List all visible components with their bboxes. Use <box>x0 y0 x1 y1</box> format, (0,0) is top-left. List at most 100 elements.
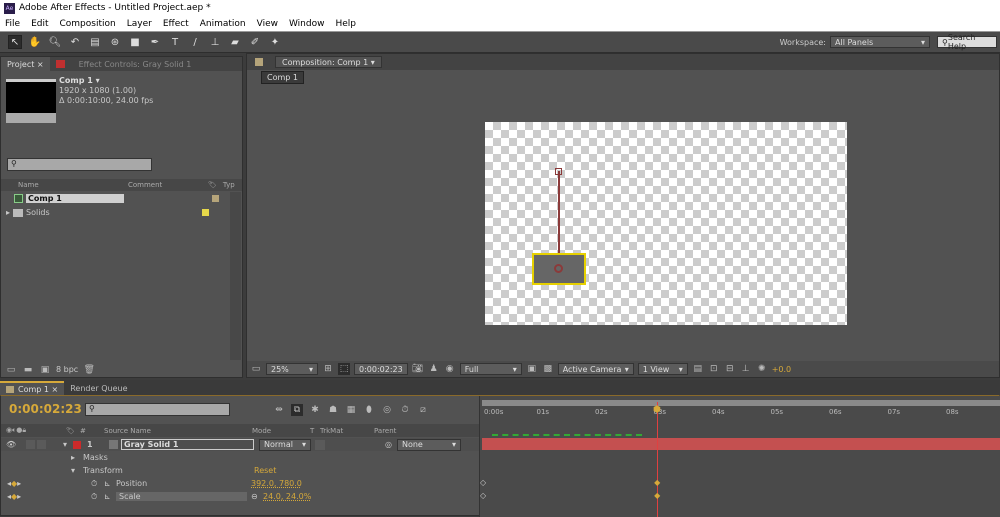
column-source-name[interactable]: Source Name <box>104 427 252 435</box>
menu-animation[interactable]: Animation <box>200 19 246 29</box>
zoom-dropdown[interactable]: 25% ▾ <box>266 363 318 375</box>
zoom-tool-icon[interactable]: 🔍︎ <box>48 35 62 49</box>
fast-previews-icon[interactable]: ⊡ <box>708 363 720 375</box>
layer-name[interactable]: Gray Solid 1 <box>121 439 254 450</box>
resolution-dropdown[interactable]: Full ▾ <box>459 363 522 375</box>
brush-tool-icon[interactable]: / <box>188 35 202 49</box>
eye-icon[interactable]: 👁︎ <box>6 440 26 449</box>
column-type[interactable]: Typ <box>223 181 235 189</box>
constrain-proportions-icon[interactable]: ⊖ <box>251 492 263 501</box>
draft-3d-icon[interactable]: ✱ <box>309 404 321 416</box>
new-comp-icon[interactable]: ▣ <box>39 364 51 376</box>
preserve-transparency-switch[interactable] <box>315 439 325 450</box>
timeline-icon[interactable]: ⊟ <box>724 363 736 375</box>
always-preview-icon[interactable]: ▭ <box>250 363 262 375</box>
flowchart-icon[interactable]: ⊥ <box>740 363 752 375</box>
project-item-comp[interactable]: Comp 1 <box>1 192 229 205</box>
mask-visibility-icon[interactable]: ⬚ <box>338 363 350 375</box>
column-comment[interactable]: Comment <box>128 181 208 189</box>
column-t[interactable]: T <box>310 427 320 435</box>
puppet-tool-icon[interactable]: ✦ <box>268 35 282 49</box>
live-update-icon[interactable]: ⧉ <box>291 403 303 416</box>
expand-arrow-icon[interactable]: ▸ <box>71 453 83 462</box>
pen-tool-icon[interactable]: ✒ <box>148 35 162 49</box>
workspace-dropdown[interactable]: All Panels ▾ <box>830 36 930 48</box>
camera-tool-icon[interactable]: ▤ <box>88 35 102 49</box>
property-value[interactable]: 24.0, 24.0% <box>263 492 311 501</box>
clone-stamp-tool-icon[interactable]: ⊥ <box>208 35 222 49</box>
time-graph[interactable]: 0:00s 01s 02s 03s 04s 05s 06s 07s 08s ⬢ ◇ ◇ ◆ ◆ <box>479 396 1000 517</box>
menu-file[interactable]: File <box>5 19 20 29</box>
menu-effect[interactable]: Effect <box>163 19 189 29</box>
keyframe-navigator-icon[interactable]: ◂◆▸ <box>7 492 31 501</box>
new-folder-icon[interactable]: ▬ <box>22 364 34 376</box>
keyframe-position-current[interactable]: ◆ <box>654 478 660 487</box>
toggle-pixel-aspect-icon[interactable]: ▤ <box>692 363 704 375</box>
menu-view[interactable]: View <box>257 19 278 29</box>
time-ruler[interactable]: 0:00s 01s 02s 03s 04s 05s 06s 07s 08s <box>480 408 1000 420</box>
comp-name[interactable]: Comp 1 ▾ <box>59 76 153 86</box>
project-search-input[interactable]: ⚲ <box>7 158 152 171</box>
menu-layer[interactable]: Layer <box>127 19 152 29</box>
blend-mode-dropdown[interactable]: Normal ▾ <box>259 438 311 451</box>
playhead-handle[interactable]: ⬢ <box>653 405 661 415</box>
column-trkmat[interactable]: TrkMat <box>320 427 374 435</box>
position-point[interactable] <box>554 264 563 273</box>
timeline-current-time[interactable]: 0:00:02:23 <box>9 402 82 416</box>
collapse-arrow-icon[interactable]: ▾ <box>71 466 83 475</box>
exposure-value[interactable]: +0.0 <box>772 365 791 374</box>
expand-arrow-icon[interactable]: ▸ <box>6 208 10 217</box>
masks-group[interactable]: ▸ Masks <box>71 451 108 464</box>
comp-mini-flowchart-icon[interactable]: ⇹ <box>273 404 285 416</box>
auto-keyframe-icon[interactable]: ⏱︎ <box>399 404 411 416</box>
layer-row[interactable]: 👁︎ ▾ 1 Gray Solid 1 Normal ▾ ◎ None ▾ <box>1 438 479 451</box>
pan-behind-tool-icon[interactable]: ⊛ <box>108 35 122 49</box>
frame-blending-icon[interactable]: ▦ <box>345 404 357 416</box>
motion-blur-icon[interactable]: ⬮ <box>363 404 375 416</box>
work-area-bar[interactable] <box>482 400 1000 406</box>
menu-edit[interactable]: Edit <box>31 19 48 29</box>
tab-effect-controls[interactable]: Effect Controls: Gray Solid 1 <box>50 57 198 71</box>
trash-icon[interactable]: 🗑︎ <box>83 364 95 376</box>
anchor-handle[interactable] <box>555 168 562 175</box>
label-tag-icon[interactable]: 🏷︎ <box>208 181 217 189</box>
keyframe-position-start[interactable]: ◇ <box>480 478 486 487</box>
brainstorm-icon[interactable]: ◎ <box>381 404 393 416</box>
menu-help[interactable]: Help <box>335 19 356 29</box>
camera-dropdown[interactable]: Active Camera ▾ <box>557 363 634 375</box>
show-snapshot-icon[interactable]: ♟ <box>428 363 440 375</box>
stopwatch-icon[interactable]: ⏱︎ <box>91 492 104 502</box>
safe-margins-icon[interactable]: ⊞ <box>322 363 334 375</box>
gray-solid-layer[interactable] <box>532 253 586 285</box>
hide-shy-icon[interactable]: ☗ <box>327 404 339 416</box>
lock-switch[interactable] <box>37 440 46 449</box>
project-item-solids[interactable]: ▸ Solids <box>1 206 229 219</box>
text-tool-icon[interactable]: T <box>168 35 182 49</box>
rectangle-tool-icon[interactable]: ■ <box>128 35 142 49</box>
column-name[interactable]: Name <box>18 181 128 189</box>
rotate-tool-icon[interactable]: ↶ <box>68 35 82 49</box>
graph-editor-icon[interactable]: ⧄ <box>417 404 429 416</box>
column-parent[interactable]: Parent <box>374 427 396 435</box>
current-time-field[interactable]: 0:00:02:23 <box>354 363 408 375</box>
stopwatch-icon[interactable]: ⏱︎ <box>91 479 104 489</box>
interpret-footage-icon[interactable]: ▭ <box>5 364 17 376</box>
view-layout-dropdown[interactable]: 1 View ▾ <box>637 363 688 375</box>
roto-brush-tool-icon[interactable]: ✐ <box>248 35 262 49</box>
keyframe-scale-start[interactable]: ◇ <box>480 491 486 500</box>
column-mode[interactable]: Mode <box>252 427 310 435</box>
menu-window[interactable]: Window <box>289 19 325 29</box>
eraser-tool-icon[interactable]: ▰ <box>228 35 242 49</box>
comp-breadcrumb[interactable]: Comp 1 <box>261 71 304 84</box>
tab-comp-1[interactable]: Comp 1 × <box>0 381 65 395</box>
property-value[interactable]: 392.0, 780.0 <box>251 479 302 488</box>
timeline-search-input[interactable]: ⚲ <box>85 403 230 416</box>
snapshot-icon[interactable]: 📷︎ <box>412 363 424 375</box>
search-help-input[interactable]: ⚲ Search Help <box>937 33 997 51</box>
region-of-interest-icon[interactable]: ▣ <box>526 363 538 375</box>
channels-icon[interactable]: ◉ <box>444 363 456 375</box>
transform-group[interactable]: ▾ Transform <box>71 464 123 477</box>
bit-depth[interactable]: 8 bpc <box>56 365 78 374</box>
menu-composition[interactable]: Composition <box>60 19 116 29</box>
tab-composition[interactable]: Composition: Comp 1 ▾ <box>275 56 382 68</box>
